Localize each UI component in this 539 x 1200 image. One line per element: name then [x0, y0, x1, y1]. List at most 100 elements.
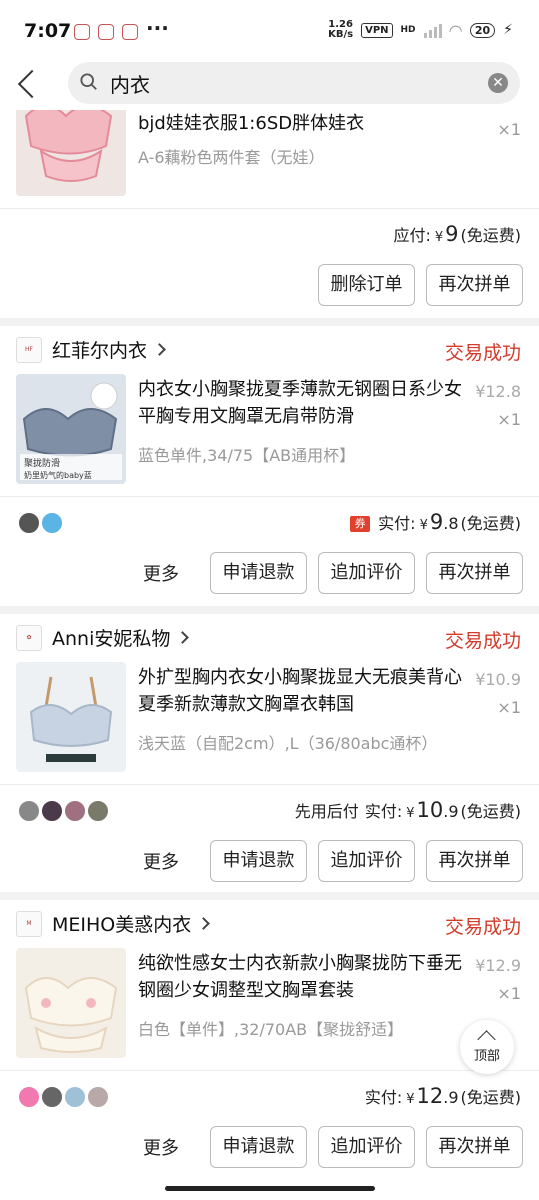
reorder-button[interactable]: 再次拼单 — [426, 1126, 523, 1168]
more-button[interactable]: 更多 — [143, 848, 179, 874]
avatar — [64, 800, 86, 822]
shop-logo: HF — [16, 336, 42, 363]
app-notification-icon — [98, 24, 114, 40]
avatar — [41, 512, 63, 534]
product-photo — [16, 110, 126, 196]
unit-price: ¥12.9 — [475, 956, 521, 975]
reorder-button[interactable]: 再次拼单 — [426, 552, 523, 594]
wifi-icon: ◠ — [449, 20, 462, 40]
product-photo — [16, 662, 126, 772]
notification-icons — [74, 24, 138, 40]
avatar — [18, 800, 40, 822]
unit-price: ¥12.8 — [475, 382, 521, 401]
shop-logo: M — [16, 910, 42, 937]
system-indicators: 1.26 KB/s VPN HD ◠ 20 ⚡ — [328, 20, 513, 40]
app-notification-icon — [74, 24, 90, 40]
chevron-right-icon — [197, 917, 211, 930]
shop-link[interactable]: HF 红菲尔内衣 — [16, 336, 166, 363]
avatar — [87, 800, 109, 822]
clock: 7:07 — [24, 20, 72, 42]
add-review-button[interactable]: 追加评价 — [318, 552, 415, 594]
more-button[interactable]: 更多 — [143, 1134, 179, 1160]
request-refund-button[interactable]: 申请退款 — [210, 840, 307, 882]
divider — [0, 496, 539, 497]
more-notifications-icon: ··· — [146, 16, 169, 40]
order-status: 交易成功 — [444, 630, 521, 652]
divider — [0, 1070, 539, 1071]
vpn-icon: VPN — [361, 22, 393, 38]
product-quantity: ×1 — [497, 984, 521, 1003]
shop-name: MEIHO美惑内衣 — [52, 914, 192, 936]
divider — [0, 784, 539, 785]
network-speed: 1.26 KB/s — [328, 19, 354, 40]
thumb-caption: 聚拢防滑 — [24, 457, 60, 469]
product-photo: 聚拢防滑 奶里奶气的baby蓝 — [16, 374, 126, 484]
group-avatars — [18, 800, 110, 822]
payment-total: 券 实付: ¥ 9 .8 (免运费) — [350, 510, 521, 534]
payment-total: 实付: ¥ 12 .9 (免运费) — [364, 1084, 521, 1108]
coupon-icon: 券 — [350, 516, 371, 532]
shop-name: 红菲尔内衣 — [52, 340, 148, 362]
avatar — [87, 1086, 109, 1108]
app-notification-icon — [122, 24, 138, 40]
back-to-top-button[interactable]: 顶部 — [460, 1020, 514, 1074]
order-card: ✿ Anni安妮私物 交易成功 外扩型胸内衣女小胸聚拢显大无痕美背心夏季新款薄款… — [0, 614, 539, 892]
back-to-top-label: 顶部 — [473, 1049, 500, 1064]
battery-icon: 20 — [469, 22, 496, 38]
pay-later-label: 先用后付 — [294, 802, 359, 821]
reorder-button[interactable]: 再次拼单 — [426, 264, 523, 306]
delete-order-button[interactable]: 删除订单 — [318, 264, 415, 306]
payment-total: 先用后付 实付: ¥ 10 .9 (免运费) — [294, 798, 521, 822]
shop-link[interactable]: M MEIHO美惑内衣 — [16, 910, 211, 937]
reorder-button[interactable]: 再次拼单 — [426, 840, 523, 882]
product-sku: 浅天蓝（自配2cm）,L（36/80abc通杯） — [138, 734, 438, 753]
home-indicator[interactable] — [165, 1186, 375, 1191]
search-box[interactable]: ✕ — [68, 62, 520, 104]
product-sku: 白色【单件】,32/70AB【聚拢舒适】 — [138, 1020, 404, 1039]
product-title[interactable]: 纯欲性感女士内衣新款小胸聚拢防下垂无钢圈少女调整型文胸罩套装 — [138, 950, 468, 1004]
order-status: 交易成功 — [444, 342, 521, 364]
search-input[interactable] — [110, 69, 470, 97]
order-status: 交易成功 — [444, 916, 521, 938]
divider — [0, 208, 539, 209]
product-quantity: ×1 — [497, 120, 521, 139]
thumb-caption: 奶里奶气的baby蓝 — [24, 470, 92, 480]
more-button[interactable]: 更多 — [143, 560, 179, 586]
order-card: M MEIHO美惑内衣 交易成功 纯欲性感女士内衣新款小胸聚拢防下垂无钢圈少女调… — [0, 900, 539, 1200]
product-image[interactable] — [16, 110, 126, 196]
product-title[interactable]: 外扩型胸内衣女小胸聚拢显大无痕美背心夏季新款薄款文胸罩衣韩国 — [138, 664, 468, 718]
request-refund-button[interactable]: 申请退款 — [210, 1126, 307, 1168]
add-review-button[interactable]: 追加评价 — [318, 1126, 415, 1168]
shop-link[interactable]: ✿ Anni安妮私物 — [16, 624, 190, 651]
back-button[interactable] — [14, 64, 47, 104]
add-review-button[interactable]: 追加评价 — [318, 840, 415, 882]
avatar — [41, 800, 63, 822]
request-refund-button[interactable]: 申请退款 — [210, 552, 307, 594]
avatar — [18, 512, 40, 534]
product-image[interactable] — [16, 662, 126, 772]
back-arrow-icon — [17, 69, 47, 99]
group-avatars — [18, 512, 64, 534]
shop-logo: ✿ — [16, 624, 42, 651]
product-quantity: ×1 — [497, 698, 521, 717]
order-card: bjd娃娃衣服1:6SD胖体娃衣 A-6藕粉色两件套（无娃） ×1 应付: ¥ … — [0, 110, 539, 318]
charging-icon: ⚡ — [503, 22, 513, 38]
order-list[interactable]: bjd娃娃衣服1:6SD胖体娃衣 A-6藕粉色两件套（无娃） ×1 应付: ¥ … — [0, 110, 539, 1200]
product-title[interactable]: 内衣女小胸聚拢夏季薄款无钢圈日系少女平胸专用文胸罩无肩带防滑 — [138, 376, 468, 430]
product-title[interactable]: bjd娃娃衣服1:6SD胖体娃衣 — [138, 110, 468, 137]
product-image[interactable] — [16, 948, 126, 1058]
search-header: ✕ — [0, 60, 539, 110]
signal-icon — [423, 22, 442, 38]
avatar — [18, 1086, 40, 1108]
clear-search-icon[interactable]: ✕ — [488, 73, 508, 93]
search-icon — [80, 73, 97, 90]
group-avatars — [18, 1086, 110, 1108]
chevron-right-icon — [153, 343, 166, 356]
product-quantity: ×1 — [497, 410, 521, 429]
hd-icon: HD — [400, 25, 416, 35]
unit-price: ¥10.9 — [475, 670, 521, 689]
avatar — [64, 1086, 86, 1108]
product-image[interactable]: 聚拢防滑 奶里奶气的baby蓝 — [16, 374, 126, 484]
avatar — [41, 1086, 63, 1108]
shop-name: Anni安妮私物 — [52, 628, 171, 650]
